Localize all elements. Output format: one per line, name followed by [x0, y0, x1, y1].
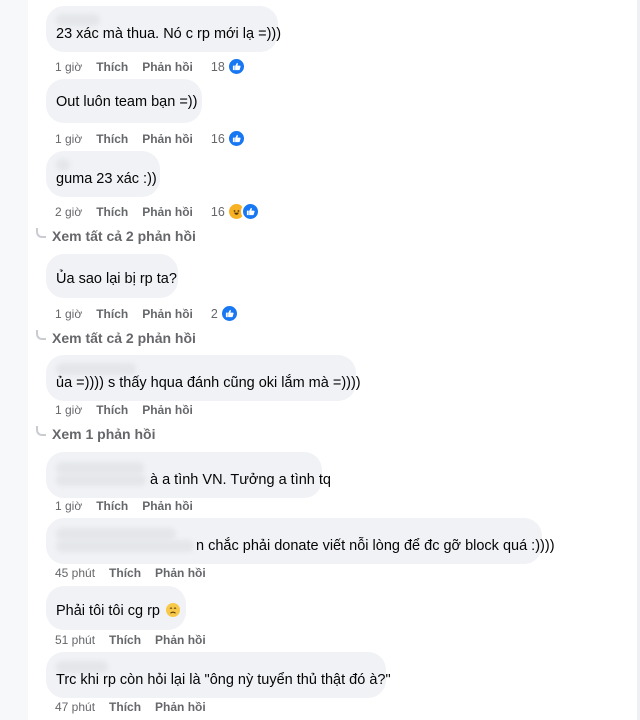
comment-time[interactable]: 1 giờ: [55, 60, 82, 74]
comment-item: Ủa sao lại bị rp ta?: [46, 254, 178, 303]
comment-actions: 2 giờ Thích Phản hồi 16: [46, 202, 260, 221]
reply-button[interactable]: Phản hồi: [142, 60, 193, 74]
thumbs-up-icon: [219, 304, 239, 323]
reaction-count[interactable]: 2: [211, 307, 218, 321]
view-replies-link[interactable]: Xem 1 phản hồi: [36, 426, 155, 442]
view-replies-link[interactable]: Xem tất cả 2 phản hồi: [36, 228, 196, 244]
comment-bubble: guma 23 xác :)): [46, 151, 160, 197]
like-button[interactable]: Thích: [96, 307, 128, 321]
reaction-count[interactable]: 16: [211, 205, 225, 219]
like-button[interactable]: Thích: [109, 566, 141, 580]
comment-text: Out luôn team bạn =)): [56, 94, 198, 110]
comment-actions: 51 phút Thích Phản hồi: [46, 633, 206, 647]
reply-button[interactable]: Phản hồi: [142, 205, 193, 219]
comment-time[interactable]: 45 phút: [55, 566, 95, 580]
comment-item: Trc khi rp còn hỏi lại là "ông nỳ tuyển …: [46, 652, 391, 703]
reply-thread-line: [36, 228, 46, 238]
reply-button[interactable]: Phản hồi: [142, 499, 193, 513]
comment-item: n chắc phải donate viết nỗi lòng để đc g…: [46, 518, 555, 569]
like-button[interactable]: Thích: [96, 132, 128, 146]
reactions[interactable]: [226, 57, 246, 76]
comment-text-body: à a tình VN. Tưởng a tình tq: [150, 472, 331, 488]
comment-text: Trc khi rp còn hỏi lại là "ông nỳ tuyển …: [56, 672, 391, 688]
comment-text: à a tình VN. Tưởng a tình tq: [56, 471, 331, 489]
reactions[interactable]: [219, 304, 239, 323]
comment-time[interactable]: 1 giờ: [55, 132, 82, 146]
left-gutter: [0, 0, 28, 720]
comment-time[interactable]: 1 giờ: [55, 499, 82, 513]
comment-text: Phải tôi tôi cg rp: [56, 602, 181, 620]
reply-button[interactable]: Phản hồi: [142, 403, 193, 417]
comment-time[interactable]: 1 giờ: [55, 307, 82, 321]
comment-actions: 47 phút Thích Phản hồi: [46, 700, 206, 714]
comment-bubble: à a tình VN. Tưởng a tình tq: [46, 452, 331, 498]
comment-actions: 45 phút Thích Phản hồi: [46, 566, 206, 580]
like-button[interactable]: Thích: [96, 205, 128, 219]
comment-bubble: Out luôn team bạn =)): [46, 79, 202, 123]
like-button[interactable]: Thích: [96, 403, 128, 417]
comment-time[interactable]: 2 giờ: [55, 205, 82, 219]
comment-text: 23 xác mà thua. Nó c rp mới lạ =))): [56, 26, 282, 42]
mention-redacted: [56, 540, 194, 553]
reply-button[interactable]: Phản hồi: [155, 700, 206, 714]
reply-thread-line: [36, 426, 46, 436]
reactions[interactable]: [226, 129, 246, 148]
thumbs-up-icon: [226, 57, 246, 76]
comment-item: à a tình VN. Tưởng a tình tq: [46, 452, 331, 503]
comment-item: guma 23 xác :)): [46, 151, 160, 202]
like-button[interactable]: Thích: [96, 499, 128, 513]
comment-item: Phải tôi tôi cg rp: [46, 586, 186, 635]
comment-actions: 1 giờ Thích Phản hồi: [46, 403, 193, 417]
reply-button[interactable]: Phản hồi: [142, 307, 193, 321]
comment-bubble: ủa =)))) s thấy hqua đánh cũng oki lắm m…: [46, 355, 361, 401]
like-button[interactable]: Thích: [109, 700, 141, 714]
comment-bubble: Phải tôi tôi cg rp: [46, 586, 186, 630]
reply-button[interactable]: Phản hồi: [155, 566, 206, 580]
comment-text: ủa =)))) s thấy hqua đánh cũng oki lắm m…: [56, 375, 361, 391]
sad-face-icon: [166, 603, 181, 617]
comment-bubble: Ủa sao lại bị rp ta?: [46, 254, 178, 298]
reaction-count[interactable]: 18: [211, 60, 225, 74]
comment-text-body: n chắc phải donate viết nỗi lòng để đc g…: [196, 538, 555, 554]
view-replies-link[interactable]: Xem tất cả 2 phản hồi: [36, 330, 196, 346]
reply-button[interactable]: Phản hồi: [142, 132, 193, 146]
comment-text-body: Phải tôi tôi cg rp: [56, 603, 160, 619]
comment-time[interactable]: 47 phút: [55, 700, 95, 714]
reply-thread-line: [36, 330, 46, 340]
thumbs-up-icon: [226, 129, 246, 148]
comment-bubble: Trc khi rp còn hỏi lại là "ông nỳ tuyển …: [46, 652, 391, 698]
like-button[interactable]: Thích: [109, 633, 141, 647]
comment-actions: 1 giờ Thích Phản hồi 16: [46, 129, 246, 148]
comment-bubble: 23 xác mà thua. Nó c rp mới lạ =))): [46, 6, 282, 52]
comment-item: Out luôn team bạn =)): [46, 79, 202, 128]
comment-bubble: n chắc phải donate viết nỗi lòng để đc g…: [46, 518, 555, 564]
comment-time[interactable]: 1 giờ: [55, 403, 82, 417]
reply-button[interactable]: Phản hồi: [155, 633, 206, 647]
comment-time[interactable]: 51 phút: [55, 633, 95, 647]
like-button[interactable]: Thích: [96, 60, 128, 74]
comment-text: guma 23 xác :)): [56, 171, 157, 187]
mention-redacted: [56, 474, 146, 487]
comment-actions: 1 giờ Thích Phản hồi 2: [46, 304, 239, 323]
comment-item: ủa =)))) s thấy hqua đánh cũng oki lắm m…: [46, 355, 361, 406]
reaction-count[interactable]: 16: [211, 132, 225, 146]
comment-actions: 1 giờ Thích Phản hồi: [46, 499, 193, 513]
comment-text: n chắc phải donate viết nỗi lòng để đc g…: [56, 537, 555, 555]
comment-text: Ủa sao lại bị rp ta?: [56, 271, 177, 287]
thumbs-up-icon: [240, 202, 260, 221]
comment-actions: 1 giờ Thích Phản hồi 18: [46, 57, 246, 76]
reactions[interactable]: [226, 202, 260, 221]
comment-item: 23 xác mà thua. Nó c rp mới lạ =))): [46, 6, 282, 57]
